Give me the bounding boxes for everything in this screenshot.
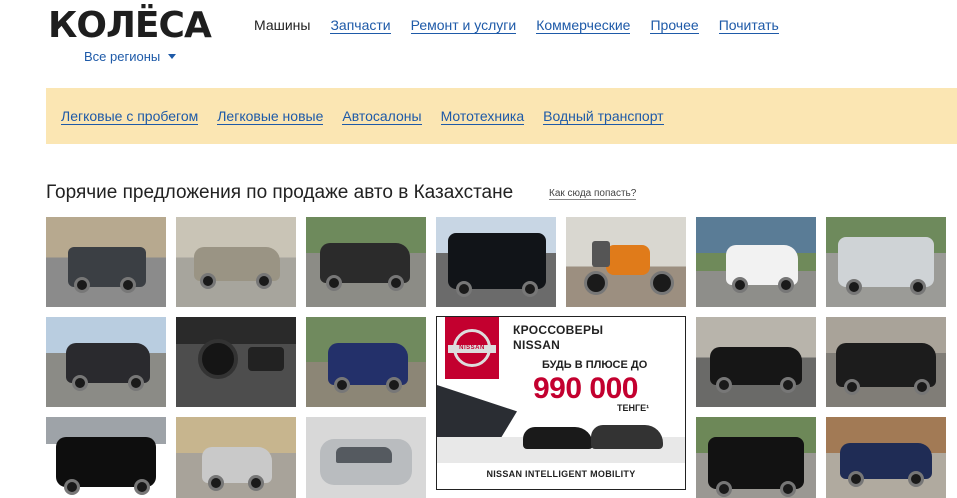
listing-thumbnail[interactable] xyxy=(436,217,556,307)
listing-thumbnail[interactable] xyxy=(306,417,426,498)
top-nav-item-repair[interactable]: Ремонт и услуги xyxy=(410,17,517,34)
nissan-ad-banner[interactable]: NISSAN КРОССОВЕРЫ NISSAN БУДЬ В ПЛЮСЕ ДО… xyxy=(436,316,686,490)
ad-car-image xyxy=(591,425,663,449)
listing-thumbnail[interactable] xyxy=(46,417,166,498)
category-dealers[interactable]: Автосалоны xyxy=(342,108,422,125)
listing-thumbnail[interactable] xyxy=(46,217,166,307)
listing-thumbnail[interactable] xyxy=(306,317,426,407)
ad-footer: NISSAN INTELLIGENT MOBILITY xyxy=(486,469,636,479)
nissan-logo-text: NISSAN xyxy=(459,345,485,351)
ad-line-1: КРОССОВЕРЫ xyxy=(513,323,604,337)
listing-thumbnail[interactable] xyxy=(176,317,296,407)
category-bar: Легковые с пробегом Легковые новые Автос… xyxy=(46,88,957,144)
category-used-cars[interactable]: Легковые с пробегом xyxy=(61,108,199,125)
category-moto[interactable]: Мототехника xyxy=(440,108,525,125)
listing-thumbnail[interactable] xyxy=(176,417,296,498)
listing-thumbnail[interactable] xyxy=(826,217,946,307)
top-nav-item-cars[interactable]: Машины xyxy=(254,17,310,34)
top-nav: Машины Запчасти Ремонт и услуги Коммерче… xyxy=(254,17,799,34)
listing-thumbnail[interactable] xyxy=(46,317,166,407)
listing-thumbnail[interactable] xyxy=(696,317,816,407)
listing-thumbnail[interactable] xyxy=(566,217,686,307)
nissan-logo: NISSAN xyxy=(445,317,499,379)
top-nav-item-parts[interactable]: Запчасти xyxy=(330,17,391,34)
top-nav-item-read[interactable]: Почитать xyxy=(718,17,779,34)
region-selector[interactable]: Все регионы xyxy=(84,49,177,64)
how-to-get-here-link[interactable]: Как сюда попасть? xyxy=(549,188,637,200)
region-label: Все регионы xyxy=(84,49,161,64)
listing-thumbnail[interactable] xyxy=(306,217,426,307)
top-nav-item-other[interactable]: Прочее xyxy=(650,17,699,34)
category-water[interactable]: Водный транспорт xyxy=(543,108,664,125)
ad-line-3: БУДЬ В ПЛЮСЕ ДО xyxy=(542,359,648,371)
top-nav-item-commercial[interactable]: Коммерческие xyxy=(536,17,631,34)
ad-car-image xyxy=(523,427,593,449)
chevron-down-icon xyxy=(168,54,177,59)
category-new-cars[interactable]: Легковые новые xyxy=(217,108,324,125)
listing-thumbnail[interactable] xyxy=(826,317,946,407)
listing-thumbnail[interactable] xyxy=(696,417,816,498)
site-logo[interactable]: КОЛЁСА xyxy=(48,8,212,44)
hot-offers-title: Горячие предложения по продаже авто в Ка… xyxy=(46,182,514,203)
ad-currency: ТЕНГЕ¹ xyxy=(617,403,650,413)
listing-thumbnail[interactable] xyxy=(176,217,296,307)
listing-thumbnail[interactable] xyxy=(696,217,816,307)
listing-thumbnail[interactable] xyxy=(826,417,946,498)
ad-amount: 990 000 xyxy=(533,372,638,405)
ad-line-2: NISSAN xyxy=(513,338,561,352)
